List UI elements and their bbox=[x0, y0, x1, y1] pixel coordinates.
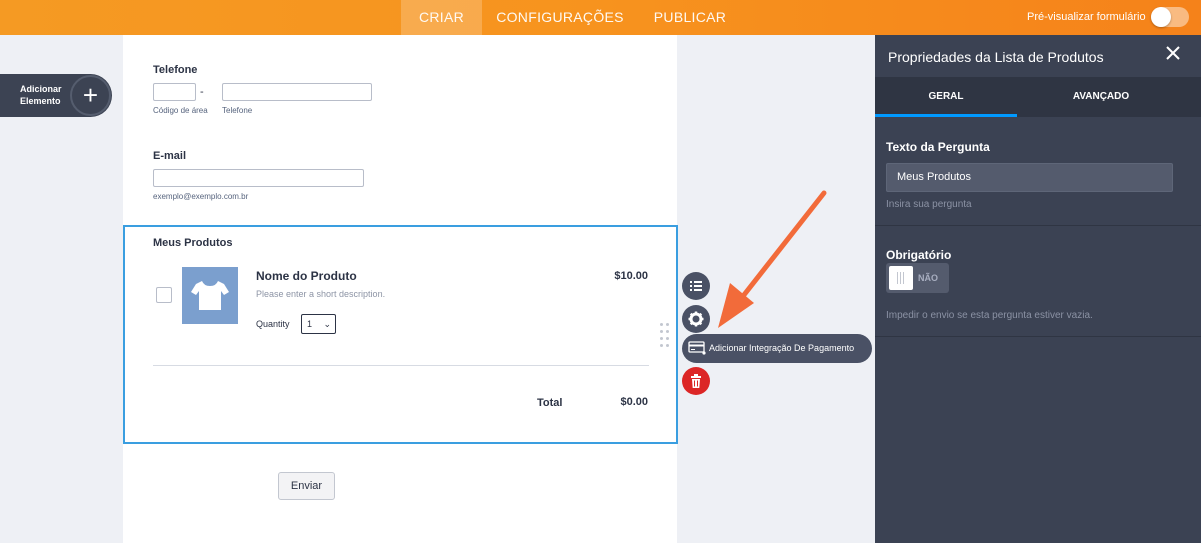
plus-icon[interactable]: + bbox=[70, 75, 111, 116]
product-list-field[interactable]: Meus Produtos Nome do Produto Please ent… bbox=[123, 225, 678, 444]
product-checkbox[interactable] bbox=[156, 287, 172, 303]
delete-button[interactable] bbox=[682, 367, 710, 395]
add-element-label: Adicionar Elemento bbox=[20, 84, 62, 106]
trash-icon bbox=[691, 374, 701, 388]
annotation-arrow bbox=[718, 190, 827, 328]
required-toggle-label: NÃO bbox=[918, 273, 938, 283]
quantity-value: 1 bbox=[307, 319, 313, 329]
preview-toggle[interactable] bbox=[1151, 7, 1189, 27]
quantity-select[interactable]: 1 ⌄ bbox=[301, 314, 336, 334]
panel-tabs: GERAL AVANÇADO bbox=[875, 77, 1201, 117]
tab-criar[interactable]: CRIAR bbox=[401, 0, 482, 35]
submit-button[interactable]: Enviar bbox=[278, 472, 335, 500]
tshirt-icon bbox=[191, 281, 229, 310]
total-value: $0.00 bbox=[620, 396, 648, 408]
area-code-sublabel: Código de área bbox=[153, 106, 208, 115]
panel-title: Propriedades da Lista de Produtos bbox=[888, 49, 1104, 65]
question-text-help: Insira sua pergunta bbox=[886, 199, 972, 210]
tab-geral[interactable]: GERAL bbox=[875, 77, 1017, 117]
required-title: Obrigatório bbox=[886, 248, 952, 262]
email-sublabel: exemplo@exemplo.com.br bbox=[153, 192, 249, 201]
required-section: Obrigatório NÃO Impedir o envio se esta … bbox=[875, 226, 1201, 337]
quantity-label: Quantity bbox=[256, 319, 290, 329]
divider bbox=[153, 365, 649, 366]
product-name: Nome do Produto bbox=[256, 269, 357, 283]
area-code-input[interactable] bbox=[153, 83, 196, 101]
email-label: E-mail bbox=[153, 150, 187, 162]
email-input[interactable] bbox=[153, 169, 364, 187]
drag-handle[interactable] bbox=[660, 323, 670, 347]
toggle-handle bbox=[889, 266, 913, 290]
tab-configuracoes[interactable]: CONFIGURAÇÕES bbox=[492, 0, 628, 35]
required-help: Impedir o envio se esta pergunta estiver… bbox=[886, 310, 1093, 321]
tab-publicar[interactable]: PUBLICAR bbox=[648, 0, 732, 35]
toggle-knob bbox=[1151, 7, 1171, 27]
tab-avancado[interactable]: AVANÇADO bbox=[1017, 77, 1185, 117]
preview-label: Pré-visualizar formulário bbox=[1027, 11, 1146, 23]
question-text-title: Texto da Pergunta bbox=[886, 140, 990, 154]
products-label: Meus Produtos bbox=[153, 237, 233, 249]
top-navigation-bar: CRIAR CONFIGURAÇÕES PUBLICAR Pré-visuali… bbox=[0, 0, 1201, 35]
product-price: $10.00 bbox=[614, 270, 648, 282]
phone-input[interactable] bbox=[222, 83, 372, 101]
close-icon[interactable] bbox=[1165, 45, 1181, 61]
total-label: Total bbox=[537, 397, 563, 409]
add-element-button[interactable]: Adicionar Elemento + bbox=[0, 74, 112, 117]
phone-separator: - bbox=[200, 86, 204, 98]
phone-label: Telefone bbox=[153, 64, 198, 76]
phone-sublabel: Telefone bbox=[222, 106, 253, 115]
chevron-down-icon: ⌄ bbox=[323, 319, 331, 329]
product-image bbox=[182, 267, 238, 324]
form-canvas: Telefone - Código de área Telefone E-mai… bbox=[123, 35, 678, 543]
panel-header: Propriedades da Lista de Produtos bbox=[875, 35, 1201, 77]
required-toggle[interactable]: NÃO bbox=[886, 263, 949, 293]
product-description: Please enter a short description. bbox=[256, 289, 386, 299]
question-text-section: Texto da Pergunta Meus Produtos Insira s… bbox=[875, 117, 1201, 226]
question-text-input[interactable]: Meus Produtos bbox=[886, 163, 1173, 192]
properties-panel: Propriedades da Lista de Produtos GERAL … bbox=[875, 35, 1201, 543]
